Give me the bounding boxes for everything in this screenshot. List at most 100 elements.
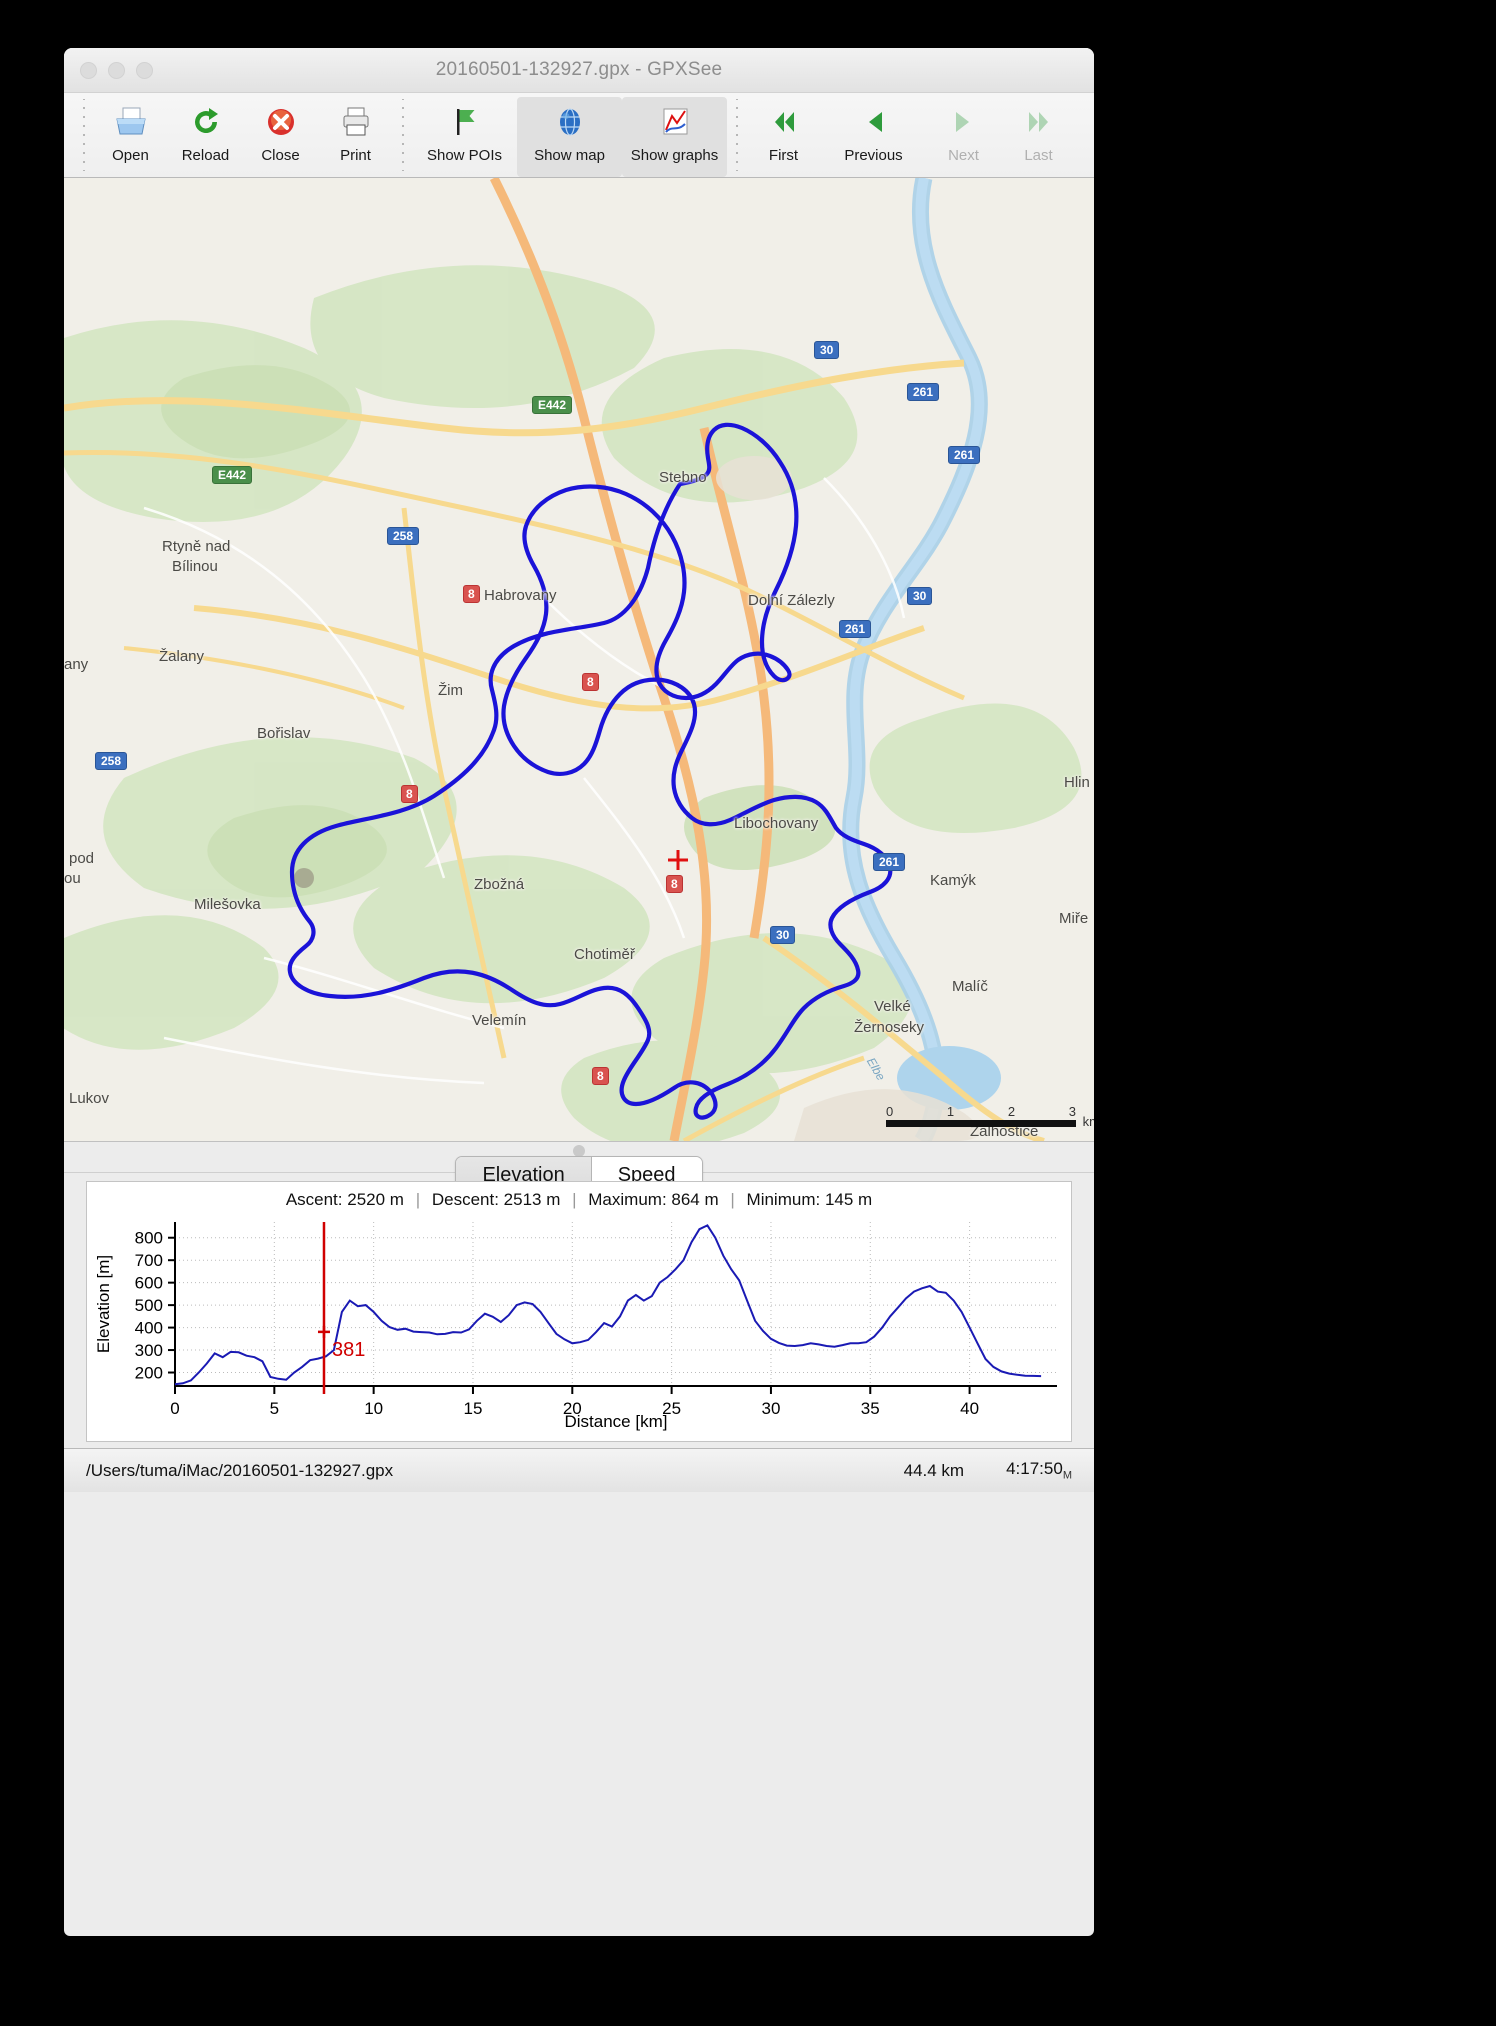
graph-pane: Ascent: 2520 m | Descent: 2513 m | Maxim…	[64, 1173, 1094, 1448]
map-label: Chotiměř	[574, 946, 635, 963]
status-time: 4:17:50M	[1006, 1459, 1072, 1481]
svg-text:40: 40	[960, 1399, 979, 1418]
toolbar-label-print: Print	[340, 147, 371, 164]
window-title: 20160501-132927.gpx - GPXSee	[435, 59, 723, 80]
road-shield: 30	[814, 341, 840, 359]
map-label: Lukov	[69, 1090, 110, 1107]
toolbar-button-show-map[interactable]: Show map	[517, 97, 622, 177]
toolbar-label-reload: Reload	[181, 147, 230, 164]
road-shield: 30	[907, 587, 933, 605]
toolbar-button-first[interactable]: First	[746, 97, 821, 177]
map-label: ou	[64, 870, 81, 887]
map-canvas	[64, 178, 1094, 1141]
toolbar-button-show-pois[interactable]: Show POIs	[412, 97, 517, 177]
svg-text:381: 381	[332, 1339, 365, 1361]
svg-text:35: 35	[861, 1399, 880, 1418]
map-view[interactable]: Stebno Dolní Zálezly Rtyně nad Bílinou H…	[64, 178, 1094, 1142]
scale-bar-line	[886, 1120, 1076, 1127]
map-label: Miře	[1059, 910, 1089, 927]
status-distance: 44.4 km	[903, 1460, 965, 1480]
road-shield: 8	[592, 1067, 609, 1085]
road-shield: E442	[212, 466, 253, 484]
map-label: Stebno	[659, 469, 707, 486]
svg-text:Elevation [m]: Elevation [m]	[94, 1255, 113, 1353]
road-shield: 8	[401, 785, 418, 803]
road-shield: 8	[666, 875, 683, 893]
map-label: Bořislav	[257, 725, 311, 742]
status-file-path: /Users/tuma/iMac/20160501-132927.gpx	[86, 1460, 394, 1480]
map-label: Bílinou	[172, 558, 218, 575]
svg-text:400: 400	[135, 1319, 163, 1338]
stat-ascent-label: Ascent	[285, 1190, 338, 1209]
toolbar-separator	[730, 99, 743, 171]
road-shield: 261	[948, 446, 981, 464]
toolbar-label-close: Close	[261, 147, 300, 164]
toolbar-label-first: First	[768, 147, 799, 164]
svg-text:0: 0	[170, 1399, 179, 1418]
globe-icon	[553, 102, 587, 142]
toolbar-button-close[interactable]: Close	[243, 97, 318, 177]
scale-tick: 1	[946, 1104, 955, 1119]
graph-icon	[658, 102, 692, 142]
map-label: pod	[69, 850, 95, 867]
scale-tick: 0	[886, 1104, 894, 1119]
svg-text:30: 30	[761, 1399, 780, 1418]
toolbar-button-print[interactable]: Print	[318, 97, 393, 177]
toolbar-button-show-graphs[interactable]: Show graphs	[622, 97, 727, 177]
map-label: Velké	[874, 998, 911, 1015]
stat-separator: |	[415, 1190, 421, 1209]
road-shield: 261	[907, 383, 940, 401]
svg-text:800: 800	[135, 1229, 163, 1248]
stat-minimum-value: 145 m	[824, 1190, 873, 1209]
printer-icon	[339, 102, 373, 142]
road-shield: 258	[387, 527, 420, 545]
toolbar-button-reload[interactable]: Reload	[168, 97, 243, 177]
toolbar-label-previous: Previous	[844, 147, 903, 164]
close-icon	[264, 102, 298, 142]
stat-separator: |	[730, 1190, 735, 1209]
previous-arrow-icon	[857, 102, 891, 142]
road-shield: 258	[95, 752, 128, 770]
first-arrow-icon	[767, 102, 801, 142]
map-label: Kamýk	[930, 872, 976, 889]
map-label: Žernoseky	[854, 1019, 925, 1036]
toolbar-button-previous[interactable]: Previous	[821, 97, 926, 177]
toolbar-label-show-graphs: Show graphs	[630, 147, 719, 164]
svg-text:5: 5	[270, 1399, 279, 1418]
toolbar-label-show-pois: Show POIs	[426, 147, 503, 164]
toolbar-label-show-map: Show map	[534, 147, 605, 164]
road-shield: 8	[582, 673, 599, 691]
reload-icon	[189, 102, 223, 142]
svg-text:15: 15	[464, 1399, 483, 1418]
map-label: Žalany	[159, 648, 205, 665]
graph-splitter[interactable]: Elevation Speed	[64, 1142, 1094, 1195]
title-bar: 20160501-132927.gpx - GPXSee	[64, 48, 1094, 93]
road-shield: 261	[873, 853, 906, 871]
map-label: any	[64, 656, 89, 673]
road-shield: E442	[532, 396, 573, 414]
map-label: Žim	[438, 682, 463, 699]
stat-ascent-value: 2520 m	[347, 1190, 404, 1209]
app-window: 20160501-132927.gpx - GPXSee Open Reload…	[64, 48, 1094, 1936]
stat-descent-label: Descent	[431, 1190, 495, 1209]
status-time-suffix: M	[1062, 1469, 1072, 1482]
toolbar-label-last: Last	[1024, 147, 1053, 164]
status-bar: /Users/tuma/iMac/20160501-132927.gpx 44.…	[64, 1448, 1094, 1492]
flag-icon	[448, 102, 482, 142]
toolbar-button-last[interactable]: Last	[1001, 97, 1076, 177]
map-label: Hlin	[1064, 774, 1090, 791]
svg-text:200: 200	[135, 1364, 163, 1383]
map-label: Libochovany	[734, 815, 819, 832]
scale-ticks: 0 1 2 3	[886, 1104, 1076, 1119]
svg-text:600: 600	[135, 1274, 163, 1293]
toolbar-button-next[interactable]: Next	[926, 97, 1001, 177]
scale-unit: km	[1082, 1114, 1094, 1129]
toolbar-label-next: Next	[948, 147, 979, 164]
elevation-graph[interactable]: Ascent: 2520 m | Descent: 2513 m | Maxim…	[86, 1181, 1072, 1442]
svg-text:700: 700	[135, 1251, 163, 1270]
toolbar-button-open[interactable]: Open	[93, 97, 168, 177]
map-label: Rtyně nad	[162, 538, 231, 555]
toolbar-label-open: Open	[112, 147, 149, 164]
map-label: Malíč	[952, 978, 988, 995]
last-arrow-icon	[1022, 102, 1056, 142]
